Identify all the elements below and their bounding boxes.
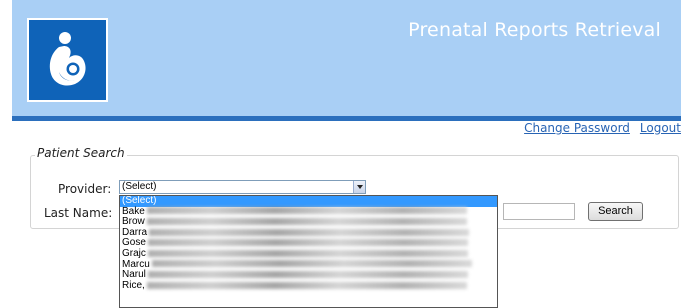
provider-option[interactable]: Rice, bbox=[120, 280, 497, 292]
last-name-label: Last Name: bbox=[44, 206, 113, 220]
redacted-text bbox=[146, 207, 467, 215]
provider-option[interactable]: Narul bbox=[120, 269, 497, 281]
patient-search-input[interactable] bbox=[503, 203, 575, 220]
provider-option[interactable]: Gose bbox=[120, 238, 497, 249]
logout-link[interactable]: Logout bbox=[640, 121, 681, 135]
redacted-text bbox=[147, 271, 468, 279]
provider-option[interactable]: Bake bbox=[120, 206, 497, 218]
app-title: Prenatal Reports Retrieval bbox=[408, 19, 661, 41]
redacted-text bbox=[149, 228, 470, 236]
redacted-text bbox=[147, 239, 468, 247]
provider-option[interactable]: Brow bbox=[120, 216, 497, 228]
breastfeeding-mother-icon bbox=[27, 18, 108, 102]
provider-label: Provider: bbox=[58, 182, 112, 196]
patient-search-legend: Patient Search bbox=[35, 146, 127, 160]
provider-option[interactable]: Marcu bbox=[120, 259, 497, 271]
provider-option[interactable]: Darra bbox=[120, 227, 497, 239]
provider-select-value: (Select) bbox=[122, 181, 157, 192]
account-links: Change Password Logout bbox=[514, 121, 681, 135]
header-banner bbox=[12, 0, 681, 116]
provider-dropdown-list[interactable]: (Select) Bake Brow Darra Gose Grajc Marc… bbox=[119, 195, 498, 308]
redacted-text bbox=[147, 249, 468, 257]
chevron-down-icon[interactable] bbox=[353, 181, 365, 193]
search-button[interactable]: Search bbox=[588, 202, 643, 221]
redacted-text bbox=[151, 260, 472, 268]
provider-option[interactable]: (Select) bbox=[120, 196, 497, 207]
provider-option[interactable]: Grajc bbox=[120, 248, 497, 260]
redacted-text bbox=[146, 281, 467, 289]
change-password-link[interactable]: Change Password bbox=[524, 121, 630, 135]
redacted-text bbox=[146, 218, 467, 226]
provider-select[interactable]: (Select) bbox=[119, 180, 366, 194]
